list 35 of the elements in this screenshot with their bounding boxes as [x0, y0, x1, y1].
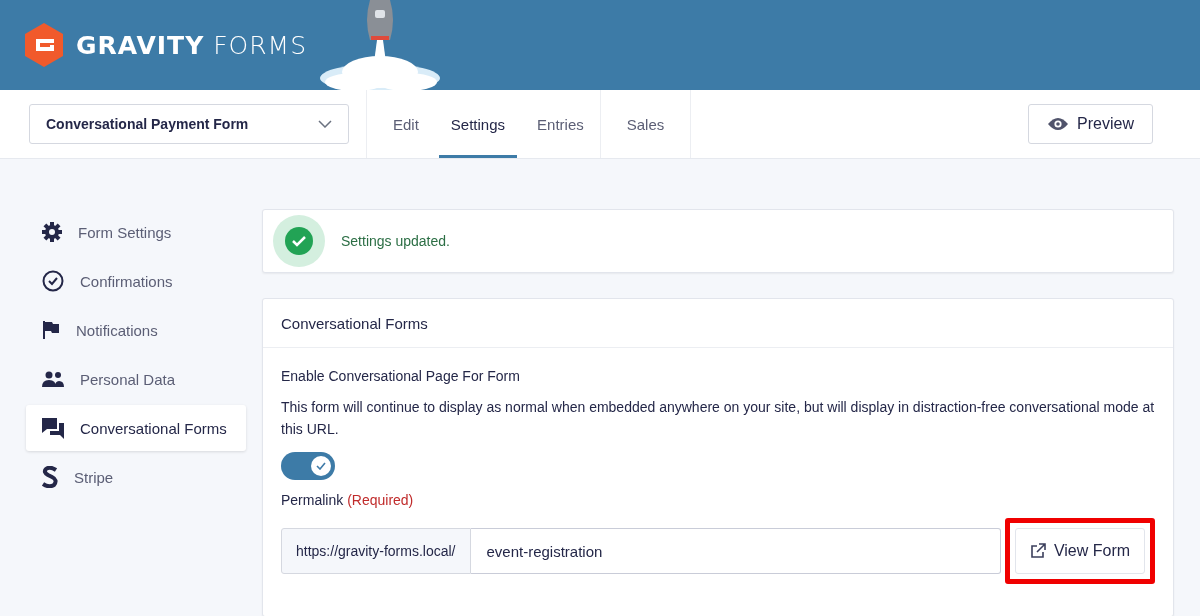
preview-button[interactable]: Preview [1028, 104, 1153, 144]
tab[interactable]: Settings [438, 90, 518, 158]
tab[interactable]: Entries [525, 90, 596, 158]
eye-icon [1047, 117, 1070, 131]
field-label: Enable Conversational Page For Form [281, 368, 521, 384]
sidebar-item[interactable]: Confirmations [26, 258, 246, 304]
sidebar-item[interactable]: Personal Data [26, 356, 246, 402]
panel-title: Conversational Forms [281, 314, 428, 332]
notice-text: Settings updated. [341, 233, 450, 249]
stripe-icon [42, 466, 58, 488]
chevron-down-icon [318, 120, 332, 128]
url-prefix: https://gravity-forms.local/ [281, 528, 471, 574]
logo-icon [24, 23, 64, 67]
form-select[interactable]: Conversational Payment Form [29, 104, 349, 144]
field-label: Permalink [281, 492, 344, 508]
toggle-switch[interactable] [281, 452, 335, 480]
sidebar-item[interactable]: Conversational Forms [26, 405, 246, 451]
check-icon [316, 462, 326, 470]
check-circle-icon [273, 215, 325, 267]
check-circle-icon [42, 270, 64, 292]
logo-text: GRAVITY FORMS [76, 30, 308, 60]
tab[interactable]: Edit [381, 90, 431, 158]
sidebar-item[interactable]: Form Settings [26, 209, 246, 255]
external-link-icon [1029, 543, 1046, 559]
sidebar-item[interactable]: Notifications [26, 307, 246, 353]
tab[interactable]: Sales [614, 90, 677, 158]
required-label: (Required) [347, 492, 414, 508]
view-form-button[interactable]: View Form [1015, 528, 1145, 574]
description-text: This form will continue to display as normal when embedded anywhere on your site, but will display in distraction-free conversational mode at this URL. [281, 398, 1155, 439]
people-icon [42, 371, 64, 387]
chat-icon [42, 417, 64, 439]
gear-icon [42, 222, 62, 242]
slug-input[interactable]: event-registration [470, 528, 1001, 574]
sidebar-item[interactable]: Stripe [26, 454, 246, 500]
flag-icon [42, 320, 60, 340]
